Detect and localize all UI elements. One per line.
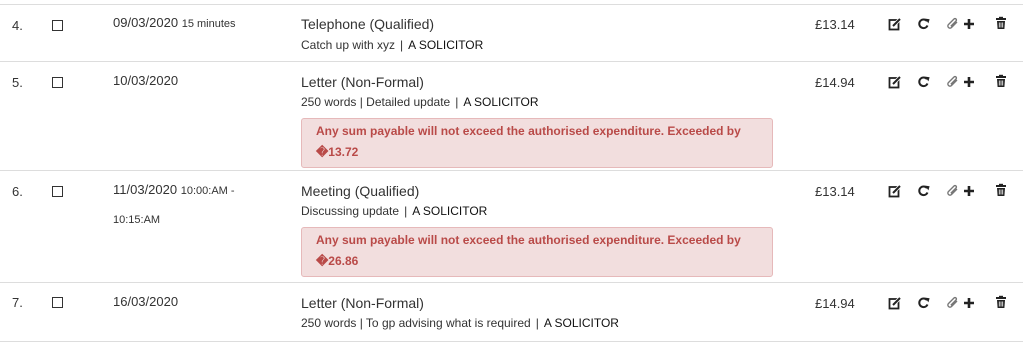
redo-icon[interactable] <box>917 17 931 31</box>
expenditure-alert: Any sum payable will not exceed the auth… <box>301 227 773 277</box>
entry-description: 250 words | To gp advising what is requi… <box>301 316 619 330</box>
edit-icon[interactable] <box>888 17 902 31</box>
solicitor-name: A SOLICITOR <box>408 38 484 52</box>
entry-amount: £14.94 <box>815 296 855 311</box>
row-number: 7. <box>12 295 23 310</box>
trash-icon[interactable] <box>994 74 1008 88</box>
solicitor-name: A SOLICITOR <box>412 204 488 218</box>
row-date: 09/03/2020 15 minutes <box>113 9 236 38</box>
date-text: 10/03/2020 <box>113 73 179 88</box>
redo-icon[interactable] <box>917 75 931 89</box>
date-text: 16/03/2020 <box>113 294 179 309</box>
row-checkbox[interactable] <box>52 186 63 197</box>
redo-icon[interactable] <box>917 184 931 198</box>
entry-amount: £14.94 <box>815 75 855 90</box>
entry-description: Discussing update | A SOLICITOR <box>301 204 488 218</box>
entry-title: Letter (Non-Formal) <box>301 74 424 90</box>
description-text: 250 words | To gp advising what is requi… <box>301 316 531 330</box>
row-number: 5. <box>12 75 23 90</box>
row-date: 10/03/2020 <box>113 67 178 95</box>
entry-amount: £13.14 <box>815 184 855 199</box>
edit-icon[interactable] <box>888 184 902 198</box>
entry-title: Telephone (Qualified) <box>301 16 435 32</box>
time-range-start: 10:00:AM - <box>180 185 235 197</box>
paperclip-icon[interactable] <box>946 296 960 310</box>
duration-text: 15 minutes <box>181 18 236 30</box>
row-date: 11/03/2020 10:00:AM - 10:15:AM <box>113 176 235 234</box>
paperclip-icon[interactable] <box>946 184 960 198</box>
paperclip-icon[interactable] <box>946 17 960 31</box>
description-text: 250 words | Detailed update <box>301 95 451 109</box>
row-checkbox[interactable] <box>52 20 63 31</box>
expenditure-alert: Any sum payable will not exceed the auth… <box>301 118 773 168</box>
date-text: 09/03/2020 <box>113 15 179 30</box>
edit-icon[interactable] <box>888 296 902 310</box>
entries-table: 4. 09/03/2020 15 minutes Telephone (Qual… <box>0 0 1023 346</box>
date-text: 11/03/2020 <box>113 182 178 197</box>
trash-icon[interactable] <box>994 16 1008 30</box>
time-range-end: 10:15:AM <box>113 214 161 226</box>
entry-description: 250 words | Detailed update | A SOLICITOR <box>301 95 539 109</box>
solicitor-name: A SOLICITOR <box>543 316 619 330</box>
row-number: 6. <box>12 184 23 199</box>
plus-icon[interactable] <box>962 184 976 198</box>
row-date: 16/03/2020 <box>113 288 178 316</box>
entry-description: Catch up with xyz | A SOLICITOR <box>301 38 484 52</box>
redo-icon[interactable] <box>917 296 931 310</box>
entry-title: Meeting (Qualified) <box>301 183 420 199</box>
plus-icon[interactable] <box>962 75 976 89</box>
table-row: 7. 16/03/2020 Letter (Non-Formal) 250 wo… <box>0 282 1023 342</box>
plus-icon[interactable] <box>962 17 976 31</box>
table-row: 5. 10/03/2020 Letter (Non-Formal) 250 wo… <box>0 61 1023 171</box>
entry-title: Letter (Non-Formal) <box>301 295 424 311</box>
trash-icon[interactable] <box>994 295 1008 309</box>
description-text: Discussing update <box>301 204 400 218</box>
paperclip-icon[interactable] <box>946 75 960 89</box>
row-checkbox[interactable] <box>52 77 63 88</box>
row-number: 4. <box>12 18 23 33</box>
description-text: Catch up with xyz <box>301 38 396 52</box>
entry-amount: £13.14 <box>815 17 855 32</box>
table-row: 6. 11/03/2020 10:00:AM - 10:15:AM Meetin… <box>0 170 1023 283</box>
table-row: 4. 09/03/2020 15 minutes Telephone (Qual… <box>0 4 1023 62</box>
solicitor-name: A SOLICITOR <box>463 95 539 109</box>
row-checkbox[interactable] <box>52 297 63 308</box>
trash-icon[interactable] <box>994 183 1008 197</box>
plus-icon[interactable] <box>962 296 976 310</box>
edit-icon[interactable] <box>888 75 902 89</box>
